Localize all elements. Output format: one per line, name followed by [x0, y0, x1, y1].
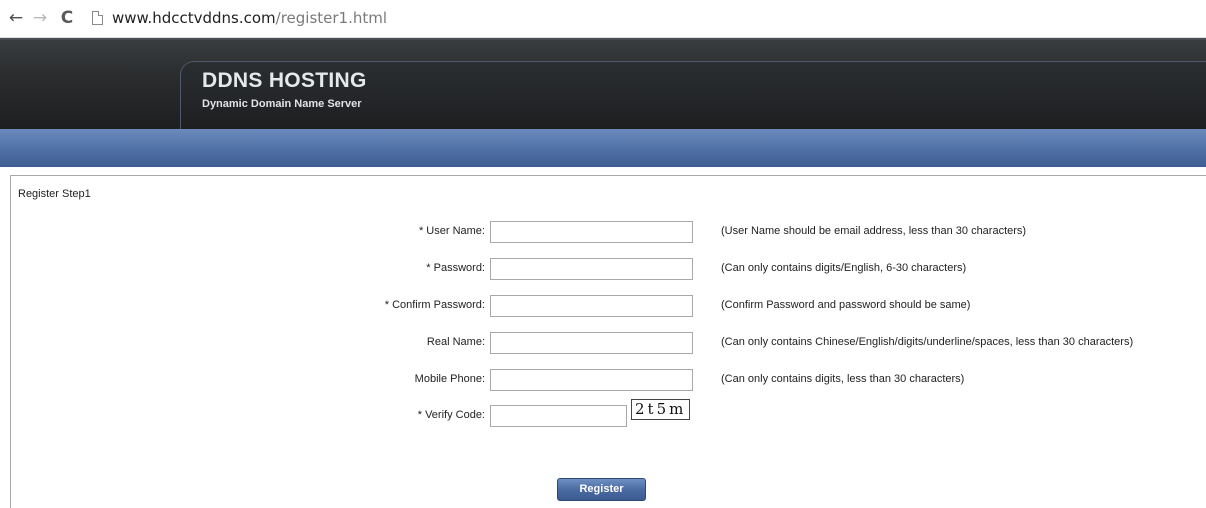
confirm-password-input[interactable]: [490, 295, 693, 317]
address-bar[interactable]: www.hdcctvddns.com/register1.html: [112, 8, 387, 28]
reload-icon[interactable]: C: [57, 8, 77, 28]
password-label: * Password:: [426, 262, 485, 274]
step-title: Register Step1: [18, 188, 91, 200]
password-row: * Password: (Can only contains digits/En…: [11, 258, 1206, 280]
back-arrow-icon[interactable]: ←: [7, 8, 25, 28]
mobile-phone-input[interactable]: [490, 369, 693, 391]
verify-code-input[interactable]: [490, 405, 627, 427]
real-name-hint: (Can only contains Chinese/English/digit…: [721, 336, 1134, 348]
register-panel: Register Step1 * User Name: (User Name s…: [10, 175, 1206, 508]
real-name-row: Real Name: (Can only contains Chinese/En…: [11, 332, 1206, 354]
verify-code-row: * Verify Code:: [11, 405, 1206, 427]
mobile-phone-label: Mobile Phone:: [414, 373, 485, 385]
user-name-label: * User Name:: [418, 225, 485, 237]
captcha-image[interactable]: 2t5m: [631, 399, 690, 420]
verify-code-label: * Verify Code:: [417, 409, 485, 421]
url-host: www.hdcctvddns.com: [112, 9, 276, 27]
mobile-phone-hint: (Can only contains digits, less than 30 …: [721, 373, 965, 385]
real-name-label: Real Name:: [426, 336, 485, 348]
browser-toolbar: ← → C www.hdcctvddns.com/register1.html: [0, 0, 1206, 38]
user-name-hint: (User Name should be email address, less…: [721, 225, 1027, 237]
site-subtitle: Dynamic Domain Name Server: [202, 98, 362, 110]
navigation-bar: [0, 129, 1206, 167]
confirm-password-hint: (Confirm Password and password should be…: [721, 299, 971, 311]
mobile-phone-row: Mobile Phone: (Can only contains digits,…: [11, 369, 1206, 391]
user-name-row: * User Name: (User Name should be email …: [11, 221, 1206, 243]
forward-arrow-icon[interactable]: →: [31, 8, 49, 28]
header-panel: DDNS HOSTING Dynamic Domain Name Server: [180, 61, 1206, 131]
page-icon: [92, 11, 103, 25]
url-path: /register1.html: [275, 9, 388, 27]
site-title: DDNS HOSTING: [202, 69, 367, 92]
password-input[interactable]: [490, 258, 693, 280]
real-name-input[interactable]: [490, 332, 693, 354]
confirm-password-label: * Confirm Password:: [384, 299, 485, 311]
confirm-password-row: * Confirm Password: (Confirm Password an…: [11, 295, 1206, 317]
register-button[interactable]: Register: [557, 478, 646, 501]
password-hint: (Can only contains digits/English, 6-30 …: [721, 262, 967, 274]
site-header: DDNS HOSTING Dynamic Domain Name Server: [0, 38, 1206, 131]
user-name-input[interactable]: [490, 221, 693, 243]
